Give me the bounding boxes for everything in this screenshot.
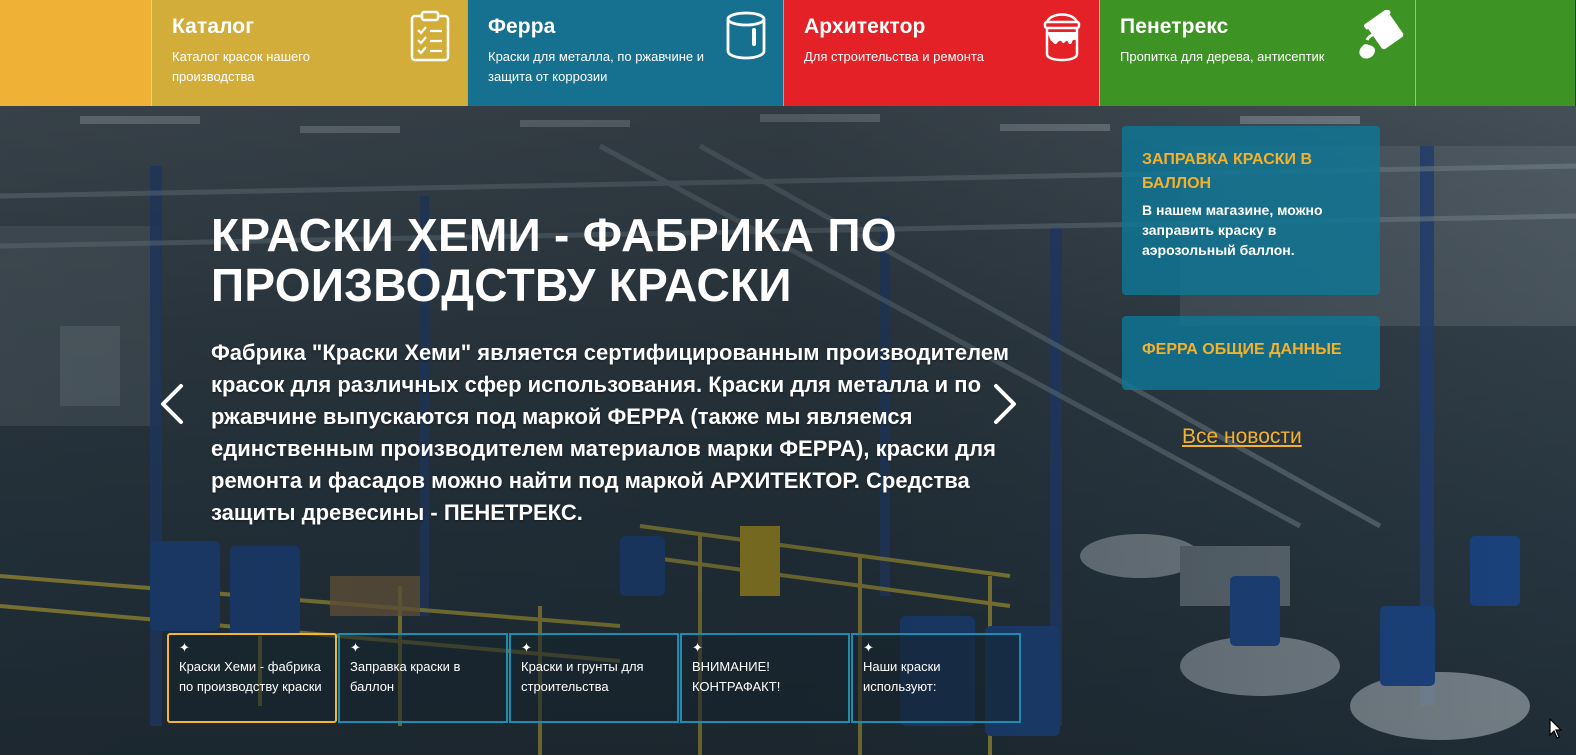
category-title: Архитектор bbox=[804, 15, 926, 38]
category-subtitle: Для строительства и ремонта bbox=[804, 49, 984, 64]
sparkle-icon: ✦ bbox=[350, 640, 361, 655]
slide-thumb-label: Краски Хеми - фабрика по производству кр… bbox=[179, 659, 322, 694]
sparkle-icon: ✦ bbox=[692, 640, 703, 655]
slide-thumb[interactable]: ✦ Заправка краски в баллон bbox=[338, 633, 508, 723]
slide-thumb[interactable]: ✦ Наши краски используют: bbox=[851, 633, 1021, 723]
hero-headline: КРАСКИ ХЕМИ - ФАБРИКА ПО ПРОИЗВОДСТВУ КР… bbox=[211, 209, 897, 311]
category-subtitle: Краски для металла, по ржавчине и защита… bbox=[488, 49, 704, 84]
category-arkhitektor[interactable]: Архитектор Для строительства и ремонта bbox=[783, 0, 1099, 106]
category-title: Ферра bbox=[488, 15, 556, 38]
mouse-cursor-icon bbox=[1549, 718, 1563, 739]
all-news-link[interactable]: Все новости bbox=[1182, 425, 1302, 449]
category-bar-right-fill bbox=[1415, 0, 1575, 106]
paint-can-drip-icon bbox=[1043, 13, 1081, 62]
slide-thumbnails: ✦ Краски Хеми - фабрика по производству … bbox=[167, 633, 1022, 723]
news-card-ferra[interactable]: ФЕРРА ОБЩИЕ ДАННЫЕ bbox=[1122, 316, 1380, 390]
clipboard-checklist-icon bbox=[410, 10, 450, 62]
paint-bucket-icon bbox=[726, 11, 766, 60]
news-text: В нашем магазине, можно заправить краску… bbox=[1142, 202, 1323, 258]
category-bar-left-fill bbox=[0, 0, 151, 106]
slide-thumb-label: Краски и грунты для строительства bbox=[521, 659, 644, 694]
slide-thumb[interactable]: ✦ Краски Хеми - фабрика по производству … bbox=[167, 633, 337, 723]
pouring-paint-icon bbox=[1359, 10, 1404, 59]
slide-thumb[interactable]: ✦ Краски и грунты для строительства bbox=[509, 633, 679, 723]
sparkle-icon: ✦ bbox=[521, 640, 532, 655]
slide-thumb-label: Заправка краски в баллон bbox=[350, 659, 461, 694]
sparkle-icon: ✦ bbox=[179, 640, 190, 655]
category-title: Пенетрекс bbox=[1120, 15, 1229, 38]
category-ferra[interactable]: Ферра Краски для металла, по ржавчине и … bbox=[467, 0, 783, 106]
sparkle-icon: ✦ bbox=[863, 640, 874, 655]
slide-thumb[interactable]: ✦ ВНИМАНИЕ! КОНТРАФАКТ! bbox=[680, 633, 850, 723]
category-subtitle: Каталог красок нашего производства bbox=[172, 49, 310, 84]
slider-prev-arrow-icon[interactable] bbox=[157, 382, 187, 426]
category-title: Каталог bbox=[172, 15, 255, 38]
slide-thumb-label: Наши краски используют: bbox=[863, 659, 941, 694]
category-bar: Каталог Каталог красок нашего производст… bbox=[0, 0, 1576, 106]
news-title: ФЕРРА ОБЩИЕ ДАННЫЕ bbox=[1142, 341, 1342, 358]
news-card-refill[interactable]: ЗАПРАВКА КРАСКИ В БАЛЛОН В нашем магазин… bbox=[1122, 126, 1380, 295]
category-subtitle: Пропитка для дерева, антисептик bbox=[1120, 49, 1325, 64]
category-penetreks[interactable]: Пенетрекс Пропитка для дерева, антисепти… bbox=[1099, 0, 1416, 106]
slider-next-arrow-icon[interactable] bbox=[990, 382, 1020, 426]
slide-thumb-label: ВНИМАНИЕ! КОНТРАФАКТ! bbox=[692, 659, 781, 694]
category-catalog[interactable]: Каталог Каталог красок нашего производст… bbox=[151, 0, 467, 106]
news-title: ЗАПРАВКА КРАСКИ В БАЛЛОН bbox=[1142, 151, 1313, 192]
hero-description: Фабрика "Краски Хеми" является сертифици… bbox=[211, 340, 1010, 525]
